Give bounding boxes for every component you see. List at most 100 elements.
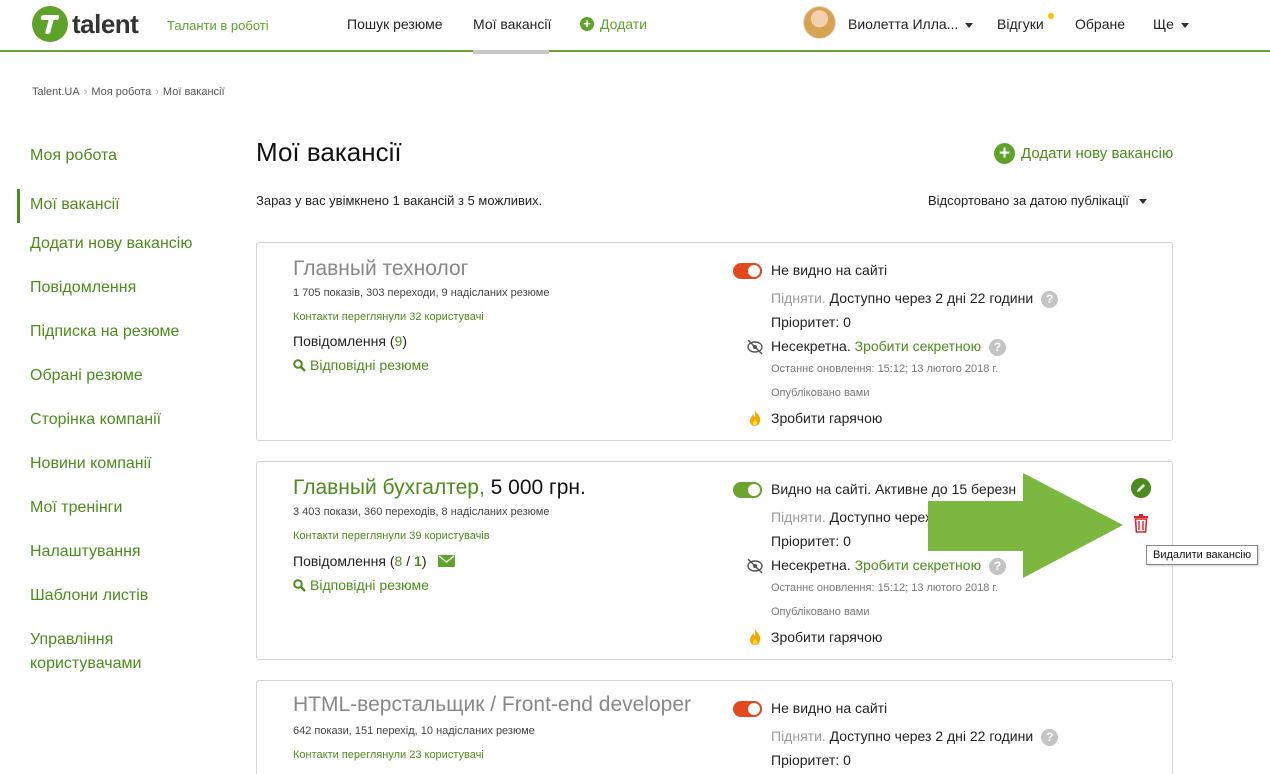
secret-off-icon [747,339,763,355]
visibility-toggle[interactable] [733,263,762,279]
raise-row: Підняти. Доступно через 2 дні 22 години? [771,728,1059,746]
raise-label: Підняти. [771,728,826,744]
vacancy-contacts-viewed[interactable]: Контакти переглянули 32 користувачі [293,311,484,323]
raise-label: Підняти. [771,290,826,306]
visibility-status: Не видно на сайті [771,262,888,278]
fire-icon [750,410,761,426]
nav-search-resumes[interactable]: Пошук резюме [347,16,443,32]
sidebar: Моя робота Мої вакансії Додати нову вака… [17,140,227,680]
page-title: Мої вакансії [256,137,402,167]
nav-add-button[interactable]: + Додати [580,16,647,32]
visibility-toggle[interactable] [733,482,762,498]
edit-icon[interactable] [1131,478,1151,498]
sidebar-item-user-management[interactable]: Управління користувачами [17,624,167,680]
raise-label: Підняти. [771,509,826,525]
nav-active-indicator [473,50,549,54]
matching-resumes-label: Відповідні резюме [310,577,429,593]
sidebar-item-my-work[interactable]: Моя робота [17,140,227,184]
vacancy-contacts-viewed[interactable]: Контакти переглянули 23 користувачі [293,749,484,761]
matching-resumes-label: Відповідні резюме [310,357,429,373]
raise-info: Доступно черех [829,509,932,525]
make-hot-link[interactable]: Зробити гарячою [771,410,882,426]
help-icon[interactable]: ? [1041,728,1059,746]
chevron-down-icon [965,22,974,28]
sidebar-item-settings[interactable]: Налаштування [17,536,227,580]
matching-resumes-link[interactable]: Відповідні резюме [293,357,429,373]
visibility-toggle[interactable] [733,701,762,717]
vacancy-messages[interactable]: Повідомлення (8 / 1) [293,553,456,569]
logo-text: talent [72,8,139,39]
vacancy-stats: 642 покази, 151 перехід, 10 надісланих р… [293,725,535,737]
search-icon [293,358,306,372]
chevron-down-icon [1180,22,1189,28]
vacancy-summary: Зараз у вас увімкнено 1 вакансій з 5 мож… [256,193,543,208]
sidebar-item-messages[interactable]: Повідомлення [17,272,227,316]
vacancy-stats: 3 403 покази, 360 переходів, 8 надіслани… [293,506,550,518]
sidebar-item-letter-templates[interactable]: Шаблони листів [17,580,227,624]
add-vacancy-button[interactable]: + Додати нову вакансію [994,143,1173,164]
messages-count: 8 [394,553,403,569]
vacancy-card: HTML-верстальщик / Front-end developer 6… [256,680,1173,774]
priority: Пріоритет: 0 [771,533,851,549]
trash-icon[interactable] [1131,512,1151,534]
vacancy-title[interactable]: HTML-верстальщик / Front-end developer [293,693,691,717]
breadcrumb-item[interactable]: Talent.UA [32,86,80,98]
sidebar-item-favorite-resumes[interactable]: Обрані резюме [17,360,227,404]
logo[interactable]: talent [32,6,139,42]
matching-resumes-link[interactable]: Відповідні резюме [293,577,429,593]
secret-state: Несекретна. [771,557,851,573]
raise-info: Доступно через 2 дні 22 години [829,728,1034,744]
delete-tooltip: Видалити вакансію [1146,545,1259,565]
chevron-down-icon [1138,199,1147,205]
nav-my-vacancies[interactable]: Мої вакансії [473,16,551,32]
visibility-status: Не видно на сайті [771,700,888,716]
user-menu[interactable]: Виолетта Илла... [848,16,974,32]
messages-label: Повідомлення [293,553,386,569]
published-by: Опубліковано вами [771,387,870,399]
sidebar-item-add-vacancy[interactable]: Додати нову вакансію [17,228,227,272]
sidebar-item-trainings[interactable]: Мої тренінги [17,492,227,536]
secret-state: Несекретна. [771,338,851,354]
nav-add-label: Додати [600,16,647,32]
vacancy-contacts-viewed[interactable]: Контакти переглянули 39 користувачів [293,530,490,542]
messages-label: Повідомлення [293,333,386,349]
nav-reviews[interactable]: Відгуки [997,16,1044,32]
breadcrumb-item[interactable]: Моя робота [91,86,151,98]
sort-dropdown[interactable]: Відсортовано за датою публікації [928,193,1147,208]
nav-more-menu[interactable]: Ще [1153,16,1189,32]
add-vacancy-label: Додати нову вакансію [1021,145,1174,162]
top-header: talent Таланти в роботі Пошук резюме Мої… [0,0,1270,54]
vacancy-title[interactable]: Главный технолог [293,257,468,281]
vacancy-messages[interactable]: Повідомлення (9) [293,333,407,349]
secret-off-icon [747,558,763,574]
help-icon[interactable]: ? [1041,290,1059,308]
vacancy-controls: Не видно на сайті Підняти. Доступно чере… [733,243,1133,440]
messages-count: 9 [394,333,403,349]
sidebar-item-company-news[interactable]: Новини компанії [17,448,227,492]
raise-info: Доступно через 2 дні 22 години [829,290,1034,306]
plus-icon: + [994,143,1015,164]
sidebar-item-company-page[interactable]: Сторінка компанії [17,404,227,448]
avatar[interactable] [803,6,836,39]
nav-more-label: Ще [1153,16,1174,32]
vacancy-title[interactable]: Главный бухгалтер, 5 000 грн. [293,476,586,500]
sidebar-item-my-vacancies[interactable]: Мої вакансії [17,189,227,223]
vacancy-title-text: Главный бухгалтер, [293,476,485,499]
last-updated: Останнє оновлення: 15:12; 13 лютого 2018… [771,582,999,594]
make-secret-link[interactable]: Зробити секретною [855,338,981,354]
talent-logo-icon [32,6,68,42]
vacancy-card: Главный технолог 1 705 показів, 303 пере… [256,242,1173,441]
notification-dot [1048,13,1054,19]
fire-icon [750,629,761,645]
published-by: Опубліковано вами [771,606,870,618]
user-name: Виолетта Илла... [848,16,959,32]
annotation-arrow-icon [928,473,1123,578]
vacancy-controls: Не видно на сайті Підняти. Доступно чере… [733,681,1133,774]
plus-icon: + [580,17,594,31]
breadcrumb-separator-icon: › [83,86,88,98]
breadcrumb: Talent.UA › Моя робота › Мої вакансії [32,86,225,98]
nav-favorites[interactable]: Обране [1075,16,1125,32]
make-hot-link[interactable]: Зробити гарячою [771,629,882,645]
help-icon[interactable]: ? [989,338,1007,356]
sidebar-item-resume-subscription[interactable]: Підписка на резюме [17,316,227,360]
